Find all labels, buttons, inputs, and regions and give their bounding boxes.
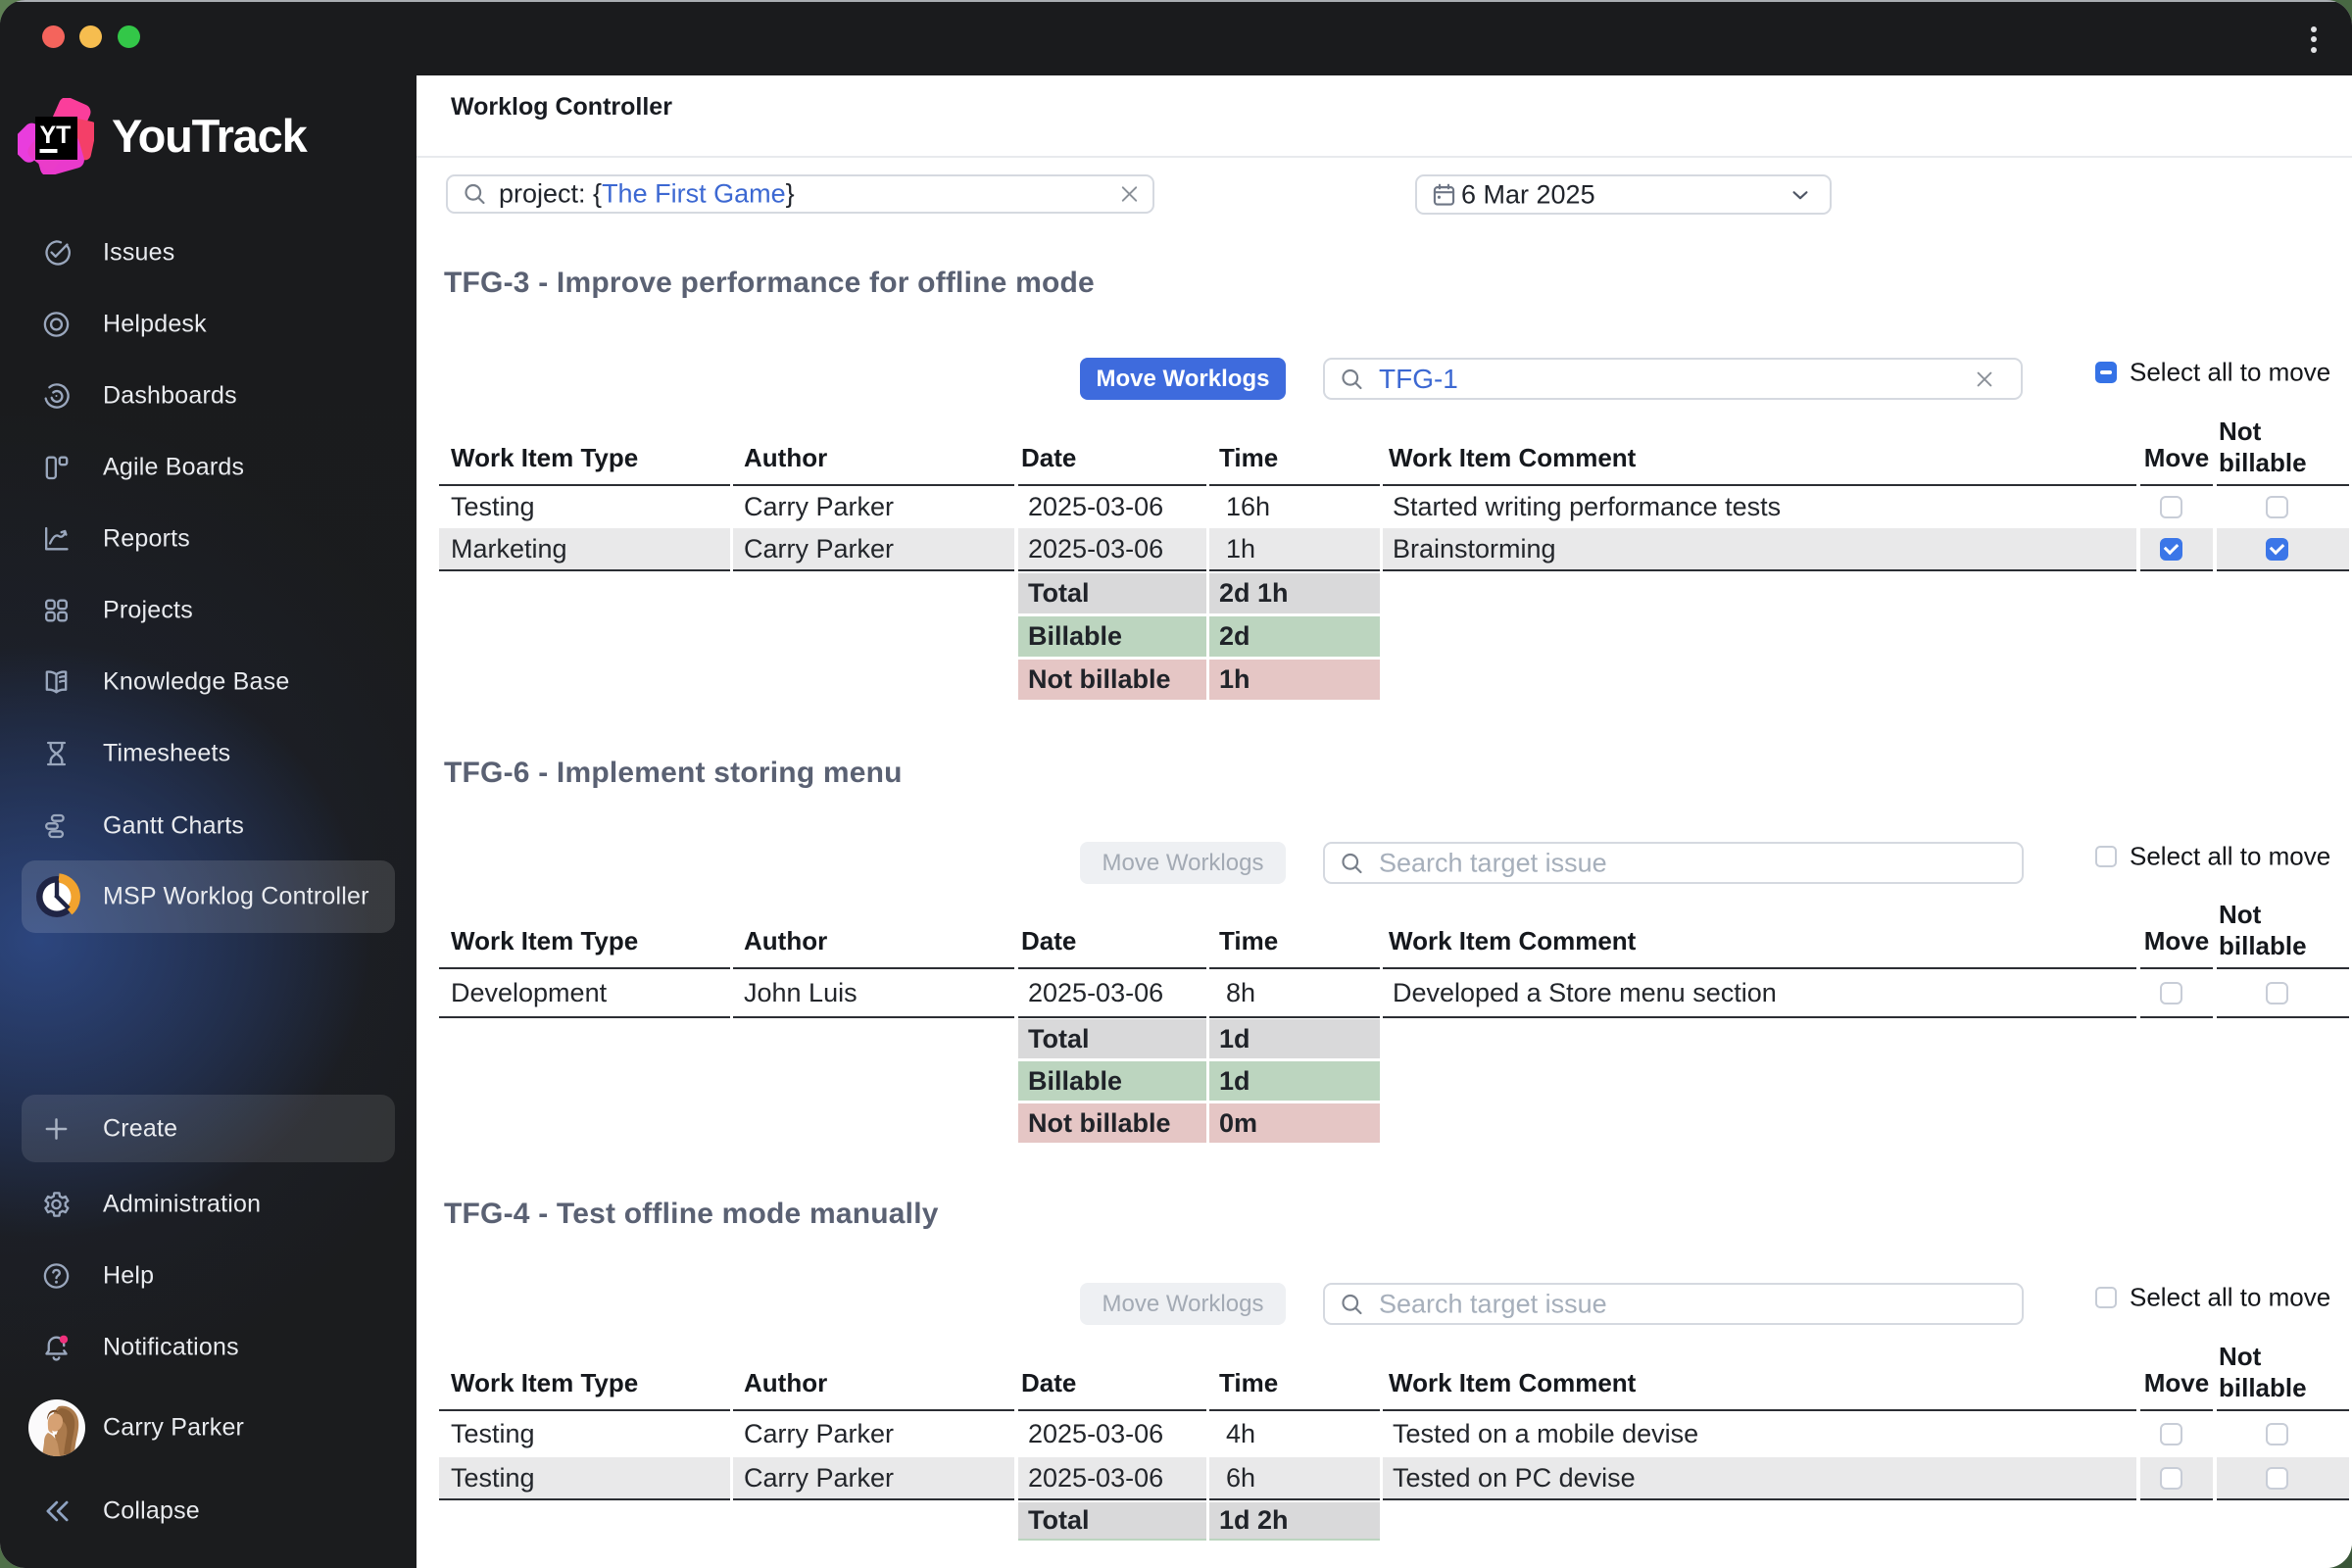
svg-text:YT: YT — [40, 122, 72, 149]
